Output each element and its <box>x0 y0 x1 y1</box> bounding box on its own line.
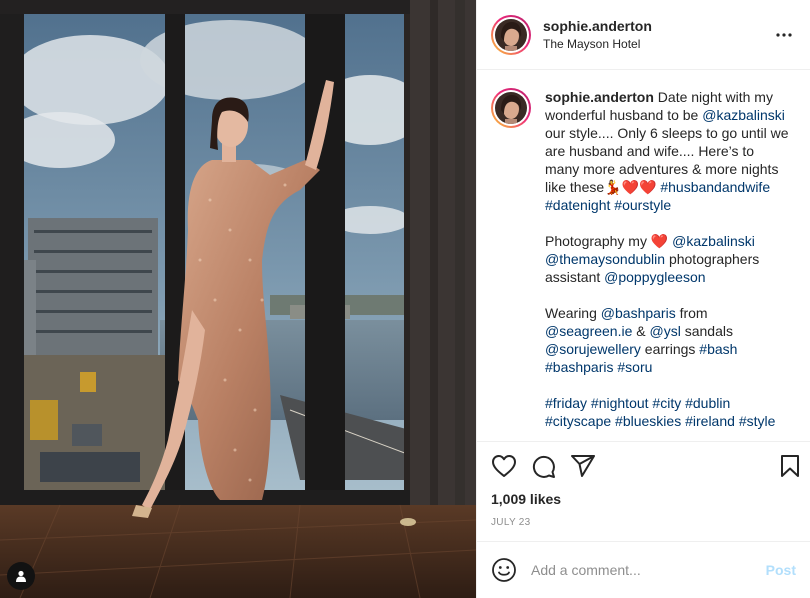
caption-text-span: earrings <box>640 341 700 357</box>
avatar-image <box>495 92 527 124</box>
hashtag-link[interactable]: #bash <box>699 341 737 357</box>
hashtag-link[interactable]: #city <box>652 395 681 411</box>
avatar[interactable] <box>491 14 531 55</box>
action-bar <box>477 442 810 490</box>
more-horizontal-icon <box>776 32 792 37</box>
hashtag-link[interactable]: #husbandandwife <box>660 179 770 195</box>
heart-outline-icon <box>492 455 516 477</box>
post-username[interactable]: sophie.anderton <box>543 17 772 35</box>
hashtag-link[interactable]: #friday <box>545 395 587 411</box>
mention-link[interactable]: @kazbalinski <box>702 107 785 123</box>
post-date[interactable]: JULY 23 <box>477 508 810 542</box>
more-options-button[interactable] <box>772 23 796 47</box>
caption-text: sophie.anderton Date night with my wonde… <box>545 88 791 430</box>
bookmark-icon <box>781 455 799 477</box>
likes-count[interactable]: 1,009 likes <box>477 490 810 508</box>
mention-link[interactable]: @sorujewellery <box>545 341 641 357</box>
save-button[interactable] <box>760 446 800 486</box>
hashtag-link[interactable]: #nightout <box>591 395 649 411</box>
header-text: sophie.anderton The Mayson Hotel <box>543 17 772 52</box>
caption-text-span: sandals <box>680 323 733 339</box>
caption-paragraph-4: #friday #nightout #city #dublin #citysca… <box>545 394 791 430</box>
caption-text-span: & <box>632 323 650 339</box>
caption-area[interactable]: sophie.anderton Date night with my wonde… <box>477 70 810 442</box>
hashtag-link[interactable]: #blueskies <box>615 413 681 429</box>
like-button[interactable] <box>491 446 531 486</box>
hashtag-link[interactable]: #ourstyle <box>614 197 671 213</box>
hashtag-link[interactable]: #ireland <box>685 413 735 429</box>
post-photo[interactable] <box>0 0 476 598</box>
instagram-post: sophie.anderton The Mayson Hotel sophie.… <box>0 0 810 598</box>
mention-link[interactable]: @ysl <box>650 323 681 339</box>
user-silhouette-icon <box>16 570 26 582</box>
hashtag-link[interactable]: #bashparis <box>545 359 614 375</box>
post-image <box>0 0 476 598</box>
mention-link[interactable]: @kazbalinski <box>672 233 755 249</box>
mention-link[interactable]: @seagreen.ie <box>545 323 632 339</box>
caption-paragraph-2: Photography my ❤️ @kazbalinski @themayso… <box>545 232 791 286</box>
mention-link[interactable]: @themaysondublin <box>545 251 665 267</box>
caption-text-span: Photography my <box>545 233 651 249</box>
smiley-face-icon[interactable] <box>491 557 517 583</box>
hashtag-link[interactable]: #datenight <box>545 197 610 213</box>
caption-text-span: Wearing <box>545 305 601 321</box>
caption-avatar[interactable] <box>491 88 531 128</box>
post-location[interactable]: The Mayson Hotel <box>543 36 772 52</box>
post-header: sophie.anderton The Mayson Hotel <box>477 0 810 70</box>
heart-emoji: ❤️ <box>650 233 669 249</box>
caption-username[interactable]: sophie.anderton <box>545 89 654 105</box>
hashtag-link[interactable]: #style <box>739 413 776 429</box>
mention-link[interactable]: @bashparis <box>601 305 676 321</box>
avatar-image <box>495 18 527 51</box>
comment-form: Post <box>477 542 810 598</box>
caption-paragraph-3: Wearing @bashparis from @seagreen.ie & @… <box>545 304 791 376</box>
paper-plane-icon <box>571 455 595 477</box>
post-comment-button[interactable]: Post <box>766 562 796 578</box>
tagged-users-button[interactable] <box>7 562 35 590</box>
caption-paragraph-1: sophie.anderton Date night with my wonde… <box>545 88 791 214</box>
comment-bubble-icon <box>532 455 555 478</box>
caption-text-span: from <box>675 305 708 321</box>
post-sidebar: sophie.anderton The Mayson Hotel sophie.… <box>476 0 810 598</box>
hashtag-link[interactable]: #cityscape <box>545 413 611 429</box>
share-button[interactable] <box>571 446 611 486</box>
caption-row: sophie.anderton Date night with my wonde… <box>491 88 796 430</box>
hashtag-link[interactable]: #soru <box>617 359 652 375</box>
comment-button[interactable] <box>531 446 571 486</box>
comment-input[interactable] <box>531 562 766 578</box>
mention-link[interactable]: @poppygleeson <box>604 269 705 285</box>
hashtag-link[interactable]: #dublin <box>685 395 730 411</box>
